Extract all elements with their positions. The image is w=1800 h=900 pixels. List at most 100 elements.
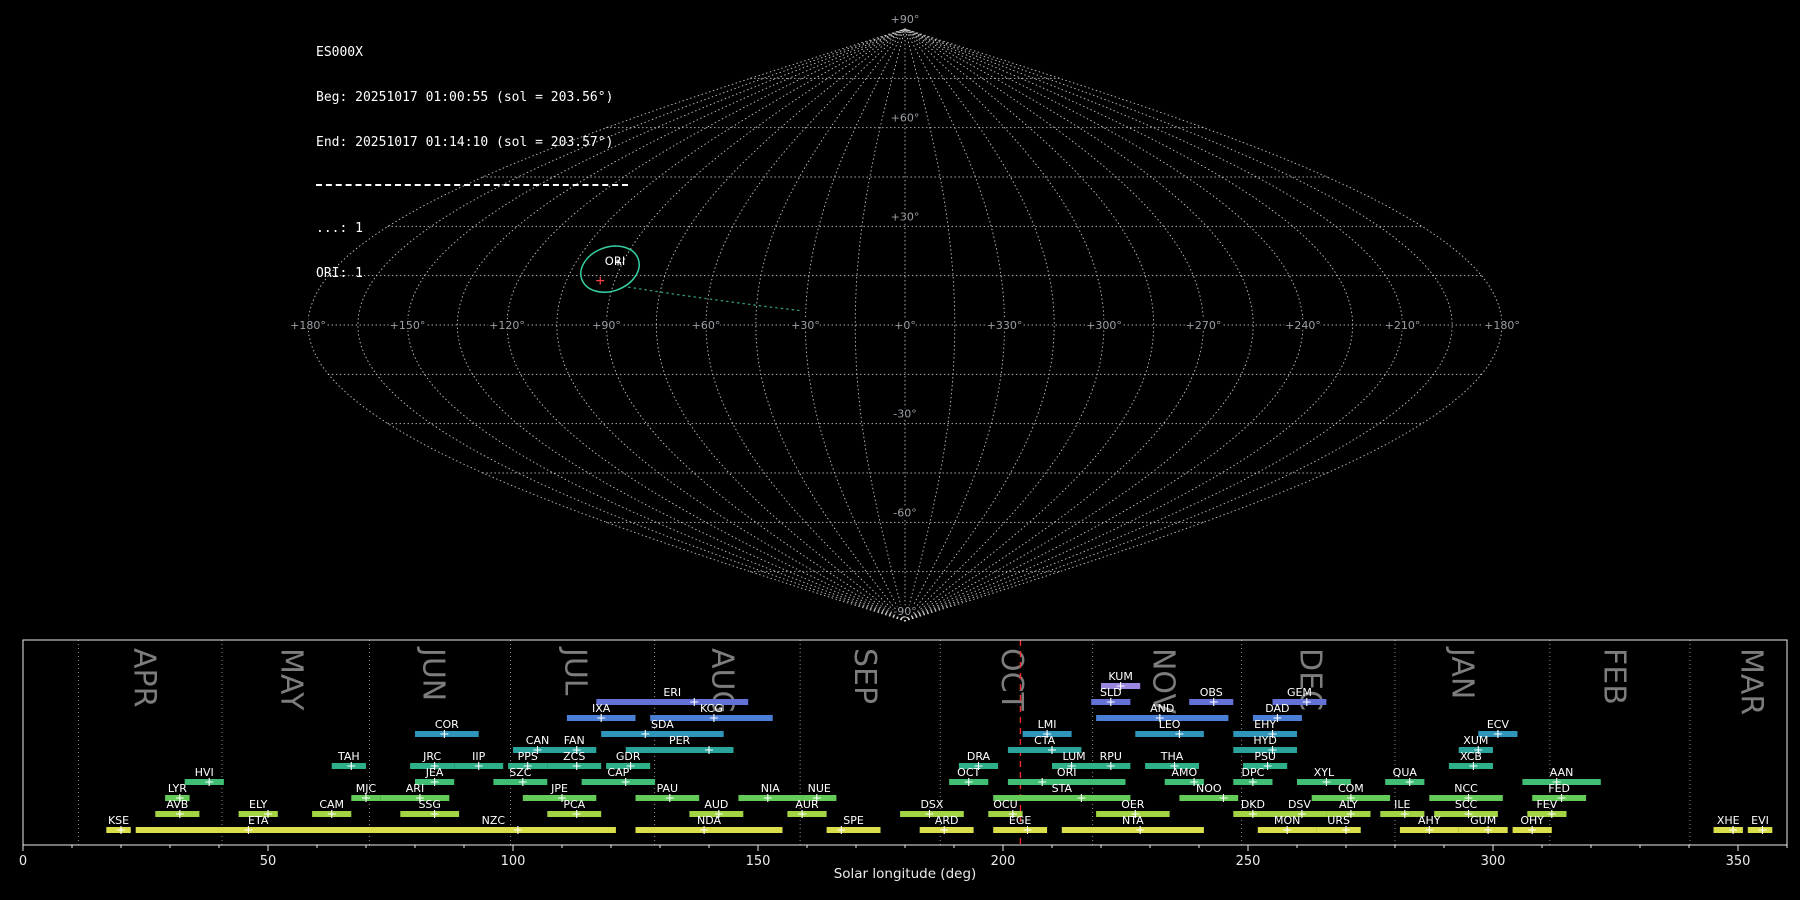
shower-bar-eri (596, 699, 748, 705)
shower-bar-ege (993, 827, 1047, 833)
shower-label-aud: AUD (704, 798, 728, 811)
month-label: MAR (1734, 648, 1769, 715)
shower-bar-urs (1317, 827, 1361, 833)
shower-label-qua: QUA (1393, 766, 1418, 779)
shower-label-dpc: DPC (1242, 766, 1265, 779)
shower-label-noo: NOO (1196, 782, 1222, 795)
month-label: JUL (558, 646, 593, 696)
shower-label-xhe: XHE (1717, 814, 1740, 827)
shower-bar-nta (1062, 827, 1204, 833)
activity-timeline: APRMAYJUNJULAUGSEPOCTNOVDECJANFEBMARKUME… (19, 640, 1787, 882)
meteor-plot-screen: ES000X Beg: 20251017 01:00:55 (sol = 203… (0, 0, 1800, 900)
shower-label-pps: PPS (518, 750, 538, 763)
shower-label-dkd: DKD (1241, 798, 1265, 811)
separator-line (316, 184, 628, 186)
shower-label-cor: COR (435, 718, 459, 731)
end-time: End: 20251017 01:14:10 (sol = 203.57°) (316, 135, 628, 150)
month-label: FEB (1597, 648, 1632, 705)
lon-label: +30° (791, 319, 820, 332)
shower-bar-nda (636, 827, 783, 833)
lon-label: +210° (1385, 319, 1421, 332)
shower-label-nda: NDA (697, 814, 722, 827)
shower-label-cap: CAP (607, 766, 629, 779)
lon-label: +300° (1086, 319, 1122, 332)
lon-label: +180° (290, 319, 326, 332)
shower-bar-ssg (400, 811, 459, 817)
x-tick-label: 350 (1726, 854, 1751, 869)
shower-bar-aur (787, 811, 826, 817)
shower-label-ile: ILE (1394, 798, 1410, 811)
shower-label-amo: AMO (1171, 766, 1197, 779)
shower-label-aur: AUR (795, 798, 819, 811)
shower-label-xum: XUM (1463, 734, 1488, 747)
shower-label-xcb: XCB (1460, 750, 1482, 763)
shower-label-sta: STA (1052, 782, 1073, 795)
lon-label: +150° (390, 319, 426, 332)
shower-label-tah: TAH (337, 750, 360, 763)
shower-label-jrc: JRC (422, 750, 441, 763)
shower-bar-noo (1179, 795, 1238, 801)
shower-label-ege: EGE (1009, 814, 1031, 827)
shower-bar-nzc (371, 827, 616, 833)
shower-label-aly: ALY (1339, 798, 1358, 811)
shower-label-leo: LEO (1159, 718, 1181, 731)
shower-label-dsv: DSV (1288, 798, 1311, 811)
shower-label-szc: SZC (509, 766, 532, 779)
shower-label-mjc: MJC (356, 782, 377, 795)
shower-label-jpe: JPE (550, 782, 568, 795)
lat-label: +90° (891, 13, 920, 26)
shower-label-gdr: GDR (616, 750, 641, 763)
x-tick-label: 250 (1236, 854, 1261, 869)
begin-time: Beg: 20251017 01:00:55 (sol = 203.56°) (316, 90, 628, 105)
shower-label-ohy: OHY (1520, 814, 1544, 827)
lat-label: -60° (893, 506, 916, 519)
lon-label: +120° (489, 319, 525, 332)
shower-label-xyl: XYL (1314, 766, 1335, 779)
shower-label-com: COM (1338, 782, 1364, 795)
shower-label-jea: JEA (425, 766, 444, 779)
count-sporadic: ...: 1 (316, 221, 628, 236)
shower-label-can: CAN (526, 734, 549, 747)
shower-label-sda: SDA (651, 718, 674, 731)
shower-label-pca: PCA (563, 798, 585, 811)
month-label: JUN (416, 646, 451, 701)
shower-label-lmi: LMI (1038, 718, 1057, 731)
x-tick-label: 100 (501, 854, 526, 869)
shower-label-kse: KSE (108, 814, 129, 827)
shower-label-fed: FED (1548, 782, 1570, 795)
lon-label: +0° (894, 319, 916, 332)
shower-label-spe: SPE (843, 814, 864, 827)
observation-header: ES000X Beg: 20251017 01:00:55 (sol = 203… (316, 15, 628, 311)
shower-label-eri: ERI (663, 686, 681, 699)
x-tick-label: 0 (19, 854, 27, 869)
shower-label-ari: ARI (406, 782, 424, 795)
shower-label-kum: KUM (1108, 670, 1132, 683)
month-label: MAY (274, 648, 309, 711)
shower-label-gem: GEM (1287, 686, 1312, 699)
shower-label-evi: EVI (1751, 814, 1769, 827)
shower-label-and: AND (1150, 702, 1174, 715)
shower-label-dsx: DSX (920, 798, 943, 811)
shower-label-gum: GUM (1470, 814, 1496, 827)
x-axis-title: Solar longitude (deg) (834, 866, 977, 882)
plot-canvas: +180°+150°+120°+90°+60°+30°+0°+330°+300°… (0, 0, 1800, 900)
x-tick-label: 200 (991, 854, 1016, 869)
shower-label-kcg: KCG (700, 702, 723, 715)
shower-label-hvi: HVI (195, 766, 214, 779)
lat-label: -30° (893, 408, 916, 421)
lon-label: +240° (1285, 319, 1321, 332)
shower-bar-gum (1459, 827, 1508, 833)
shower-label-fev: FEV (1536, 798, 1557, 811)
shower-label-oct: OCT (957, 766, 980, 779)
shower-label-scc: SCC (1455, 798, 1478, 811)
shower-label-hyd: HYD (1253, 734, 1276, 747)
lon-label: +180° (1484, 319, 1520, 332)
shower-label-iip: IIP (472, 750, 485, 763)
x-tick-label: 300 (1481, 854, 1506, 869)
shower-label-psu: PSU (1254, 750, 1276, 763)
shower-label-urs: URS (1327, 814, 1350, 827)
shower-label-nzc: NZC (482, 814, 506, 827)
lon-label: +270° (1186, 319, 1222, 332)
shower-label-sld: SLD (1100, 686, 1122, 699)
shower-label-mon: MON (1274, 814, 1300, 827)
